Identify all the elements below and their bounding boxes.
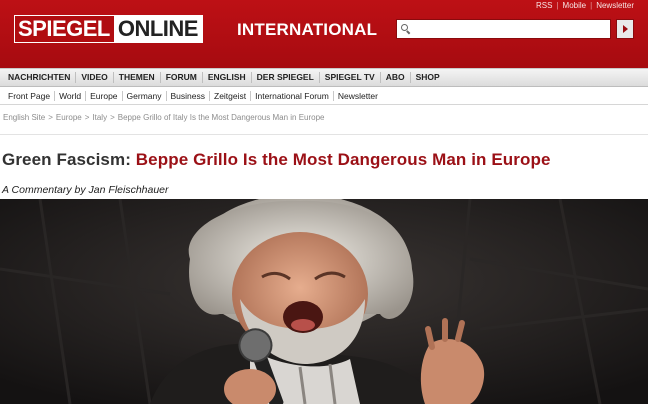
util-separator: | <box>556 1 559 10</box>
subnav-item-international-forum[interactable]: International Forum <box>251 90 334 101</box>
util-separator: | <box>590 1 593 10</box>
article-photo[interactable] <box>0 199 648 404</box>
nav-item-shop[interactable]: SHOP <box>411 72 445 83</box>
rss-link[interactable]: RSS <box>536 1 552 10</box>
breadcrumb-separator: > <box>48 113 53 122</box>
nav-item-video[interactable]: VIDEO <box>76 72 114 83</box>
breadcrumb-english-site[interactable]: English Site <box>3 113 45 122</box>
subnav-item-europe[interactable]: Europe <box>86 90 123 101</box>
article-headline: Green Fascism: Beppe Grillo Is the Most … <box>2 150 551 170</box>
logo-online: ONLINE <box>113 16 202 42</box>
article-byline: A Commentary by Jan Fleischhauer <box>2 184 169 196</box>
nav-item-spiegel-tv[interactable]: SPIEGEL TV <box>320 72 381 83</box>
section-navigation: Front Page World Europe Germany Business… <box>0 87 648 105</box>
subnav-item-newsletter[interactable]: Newsletter <box>334 91 382 101</box>
utility-links: RSS | Mobile | Newsletter <box>536 0 634 11</box>
site-logo[interactable]: SPIEGEL ONLINE <box>14 15 203 43</box>
breadcrumb-current: Beppe Grillo of Italy Is the Most Danger… <box>117 113 325 122</box>
logo-spiegel: SPIEGEL <box>15 16 114 42</box>
nav-item-english[interactable]: ENGLISH <box>203 72 252 83</box>
nav-item-nachrichten[interactable]: NACHRICHTEN <box>3 72 77 83</box>
breadcrumb-separator: > <box>84 113 90 122</box>
subnav-item-business[interactable]: Business <box>167 90 210 101</box>
photo-illustration <box>0 199 648 404</box>
search-button[interactable] <box>616 19 634 39</box>
nav-item-forum[interactable]: FORUM <box>161 72 203 83</box>
nav-item-themen[interactable]: THEMEN <box>114 72 161 83</box>
nav-item-der-spiegel[interactable]: DER SPIEGEL <box>252 72 320 83</box>
divider <box>0 134 648 135</box>
nav-item-abo[interactable]: ABO <box>381 72 411 83</box>
subnav-item-germany[interactable]: Germany <box>123 90 167 101</box>
subnav-item-front-page[interactable]: Front Page <box>4 90 56 101</box>
search-icon <box>401 24 411 35</box>
breadcrumb-separator: > <box>110 113 115 122</box>
search-input[interactable] <box>414 21 610 37</box>
newsletter-link[interactable]: Newsletter <box>596 1 634 10</box>
mobile-link[interactable]: Mobile <box>563 1 587 10</box>
headline-kicker: Green Fascism: <box>2 150 131 169</box>
subnav-item-zeitgeist[interactable]: Zeitgeist <box>210 90 252 101</box>
edition-label: INTERNATIONAL <box>237 20 378 39</box>
breadcrumb-italy[interactable]: Italy <box>92 113 107 122</box>
headline-title: Beppe Grillo Is the Most Dangerous Man i… <box>135 150 551 169</box>
main-navigation: NACHRICHTEN VIDEO THEMEN FORUM ENGLISH D… <box>0 68 648 87</box>
arrow-right-icon <box>622 25 628 33</box>
search-box <box>396 19 611 39</box>
breadcrumb: English Site > Europe > Italy > Beppe Gr… <box>3 113 325 122</box>
breadcrumb-europe[interactable]: Europe <box>56 113 82 122</box>
subnav-item-world[interactable]: World <box>55 90 87 101</box>
site-header: RSS | Mobile | Newsletter SPIEGEL ONLINE… <box>0 0 648 68</box>
